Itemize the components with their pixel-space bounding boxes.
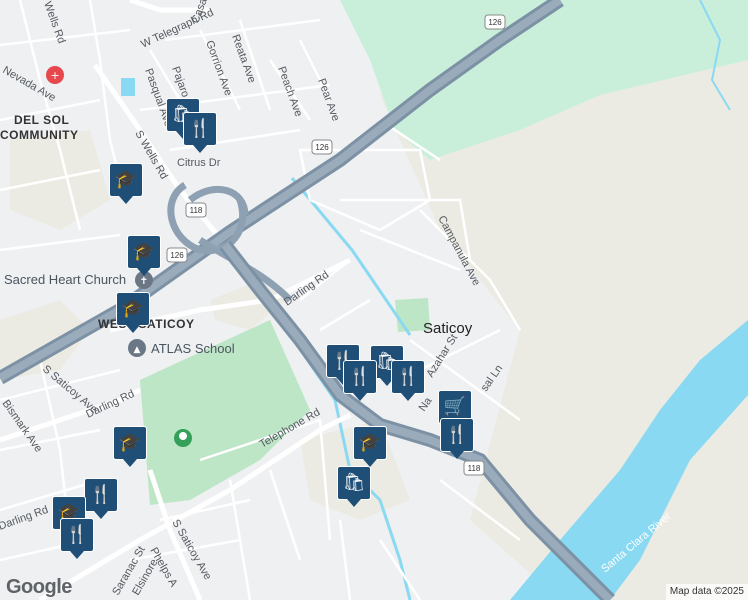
restaurant-marker[interactable]: 🍴 xyxy=(60,518,96,562)
map-canvas[interactable]: + ✝ ▲ 126 126 126 118 118 W Telegraph Rd… xyxy=(0,0,748,600)
svg-text:126: 126 xyxy=(315,143,329,152)
school-icon: 🎓 xyxy=(114,169,138,190)
fork-knife-icon: 🍴 xyxy=(396,366,420,387)
route-shield-126-a: 126 xyxy=(484,14,506,30)
fork-knife-icon: 🍴 xyxy=(65,524,89,545)
restaurant-marker[interactable]: 🍴 xyxy=(391,360,427,404)
shopping-marker[interactable]: 🛍 xyxy=(337,466,373,510)
fork-knife-icon: 🍴 xyxy=(89,484,113,505)
school-marker[interactable]: 🎓 xyxy=(113,426,149,470)
school-icon: 🎓 xyxy=(358,432,382,453)
svg-text:▲: ▲ xyxy=(134,345,141,355)
restaurant-marker[interactable]: 🍴 xyxy=(183,112,219,156)
google-logo: Google xyxy=(6,576,72,598)
svg-text:126: 126 xyxy=(488,18,502,27)
label-citrus: Citrus Dr xyxy=(177,157,221,169)
route-shield-126-c: 126 xyxy=(166,247,188,263)
svg-text:118: 118 xyxy=(468,464,481,473)
label-atlas-school: ATLAS School xyxy=(151,341,235,356)
label-del-sol-2: COMMUNITY xyxy=(0,128,79,142)
label-del-sol-1: DEL SOL xyxy=(14,113,69,127)
school-icon: 🎓 xyxy=(121,298,145,319)
school-marker[interactable]: 🎓 xyxy=(127,235,163,279)
route-shield-118-b: 118 xyxy=(463,460,485,476)
svg-text:118: 118 xyxy=(190,206,203,215)
route-shield-126-b: 126 xyxy=(311,139,333,155)
label-sacred-heart: Sacred Heart Church xyxy=(4,272,126,287)
restaurant-marker[interactable]: 🍴 xyxy=(440,418,476,462)
school-icon: 🎓 xyxy=(132,241,156,262)
school-marker[interactable]: 🎓 xyxy=(109,163,145,207)
map-attribution[interactable]: Map data ©2025 xyxy=(665,584,748,600)
fork-knife-icon: 🍴 xyxy=(188,118,212,139)
svg-text:+: + xyxy=(50,69,59,82)
fork-knife-icon: 🍴 xyxy=(445,424,469,445)
school-marker[interactable]: 🎓 xyxy=(353,426,389,470)
restaurant-marker[interactable]: 🍴 xyxy=(84,478,120,522)
school-icon: 🎓 xyxy=(118,432,142,453)
route-shield-118-a: 118 xyxy=(185,202,207,218)
school-marker[interactable]: 🎓 xyxy=(116,292,152,336)
restaurant-marker[interactable]: 🍴 xyxy=(343,360,379,404)
label-saticoy: Saticoy xyxy=(423,320,473,337)
svg-text:126: 126 xyxy=(170,251,184,260)
fork-knife-icon: 🍴 xyxy=(348,366,372,387)
shopping-bag-icon: 🛍 xyxy=(342,472,366,493)
shopping-cart-icon: 🛒 xyxy=(443,396,467,417)
